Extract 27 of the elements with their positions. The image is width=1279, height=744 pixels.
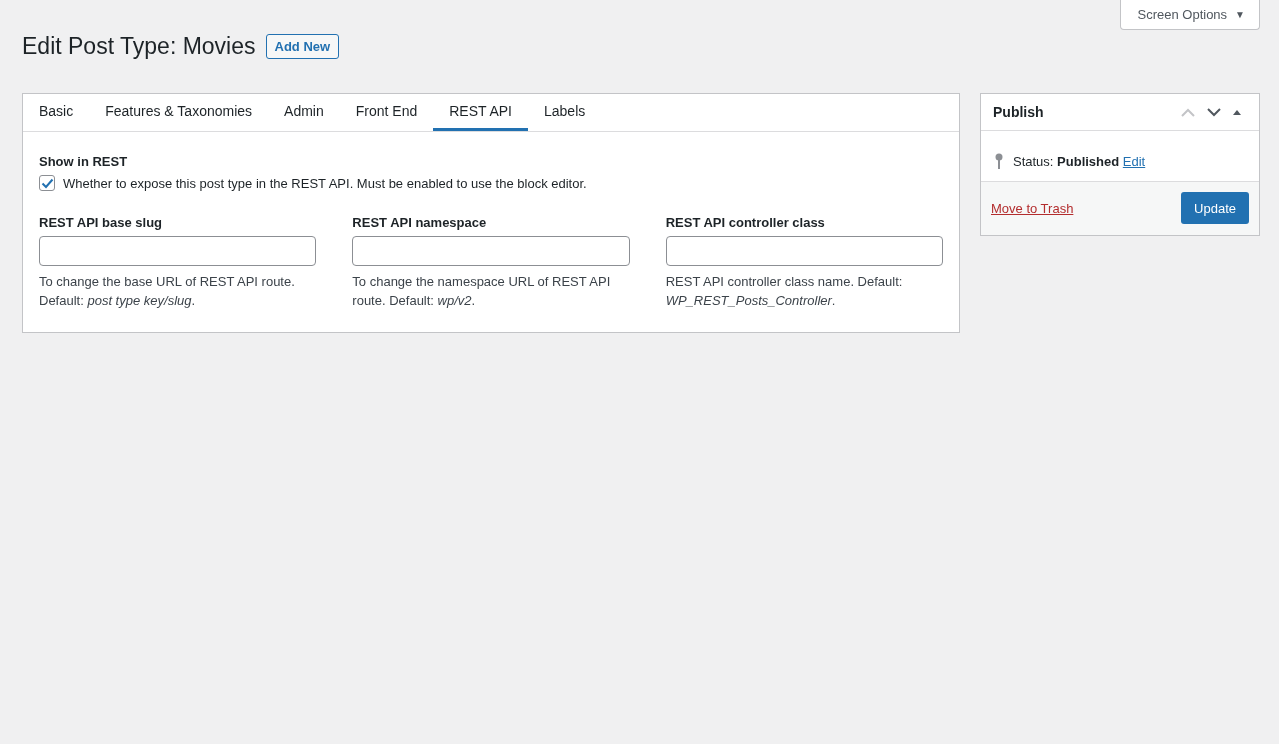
input-field[interactable] [665,236,943,266]
tab[interactable]: Labels [528,94,602,131]
help-text: To change the namespace URL of REST API route. Default: wp/v2. [352,273,612,310]
checkbox[interactable] [39,175,55,191]
field-label: REST API namespace [352,215,488,230]
field-label: REST API controller class [665,215,826,230]
screen-options-button[interactable]: Screen Options ▼ [1120,0,1260,30]
tab[interactable]: Admin [268,94,340,131]
section-label: Show in REST [39,154,129,169]
input-field[interactable] [39,236,317,266]
page-title: Edit Post Type: Movies [22,33,256,60]
tab[interactable]: REST API [433,94,528,131]
tab[interactable]: Front End [339,94,434,131]
edit-link[interactable]: Edit [1122,153,1146,169]
panel-title: Publish [993,104,1045,120]
tab[interactable]: Basic [23,94,90,131]
update-button[interactable]: Update [1181,192,1249,224]
tab[interactable]: Features & Taxonomies [89,94,269,131]
checkbox-label: Whether to expose this post type in the REST API. Must be enabled to use the block editor. [63,175,587,191]
pin-icon [995,153,1003,169]
input-field[interactable] [352,236,630,266]
add-new-button[interactable]: Add New [265,34,340,59]
status-text: Status: Published Edit [1013,153,1146,169]
help-text: To change the base URL of REST API route. Default: post type key/slug. [39,273,296,310]
field-label: REST API base slug [39,215,164,230]
move-to-trash-link[interactable]: Move to Trash [991,200,1074,216]
help-text: REST API controller class name. Default: WP_REST_Posts_Controller. [665,273,904,310]
